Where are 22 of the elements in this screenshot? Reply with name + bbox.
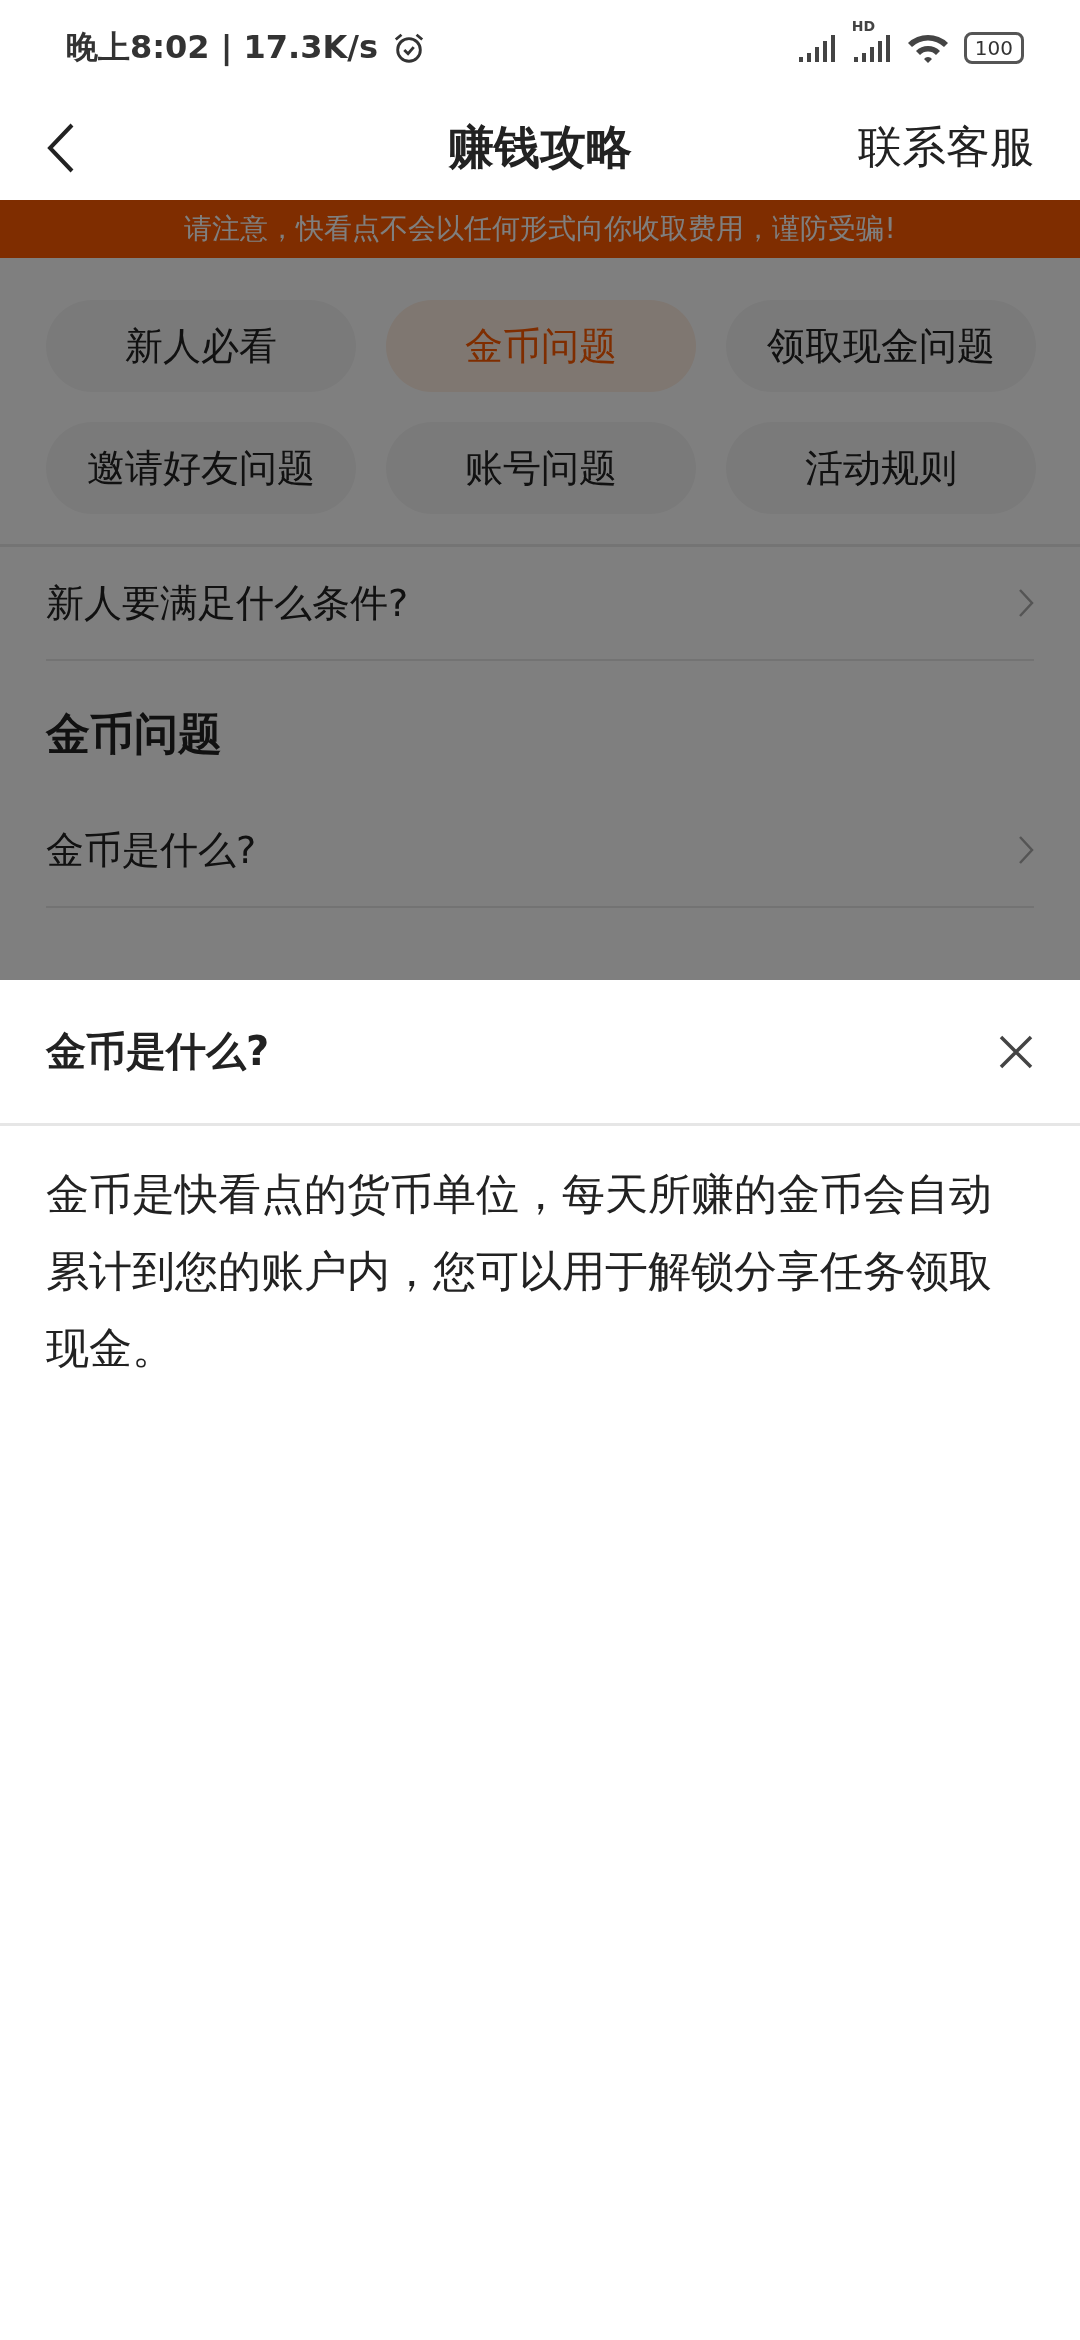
notice-banner: 请注意，快看点不会以任何形式向你收取费用，谨防受骗! <box>0 200 1080 258</box>
faq-question[interactable]: 新人要满足什么条件? <box>46 577 409 629</box>
category-tab[interactable]: 邀请好友问题 <box>46 422 356 514</box>
signal-icon <box>851 32 892 63</box>
chevron-right-icon <box>1018 835 1034 865</box>
back-icon[interactable] <box>46 121 76 174</box>
customer-service-link[interactable]: 联系客服 <box>858 118 1034 177</box>
section-title: 金币问题 <box>46 707 223 761</box>
chevron-right-icon <box>1018 588 1034 618</box>
sheet-title: 金币是什么? <box>46 1027 270 1076</box>
category-tab[interactable]: 活动规则 <box>726 422 1036 514</box>
category-tab[interactable]: 新人必看 <box>46 300 356 392</box>
category-tab[interactable]: 领取现金问题 <box>726 300 1036 392</box>
battery-icon: 100 <box>963 31 1024 64</box>
status-time: 晚上8:02 | 17.3K/s <box>66 26 379 68</box>
answer-text: 金币是快看点的货币单位，每天所赚的金币会自动累计到您的账户内，您可以用于解锁分享任务领取现金。 <box>45 1168 993 1375</box>
category-tab[interactable]: 账号问题 <box>386 422 696 514</box>
page-title: 赚钱攻略 <box>448 118 632 176</box>
network-label: HD <box>851 18 876 33</box>
faq-question[interactable]: 金币是什么? <box>46 824 257 876</box>
dim-overlay[interactable] <box>0 200 1080 980</box>
close-icon[interactable] <box>998 1033 1034 1070</box>
